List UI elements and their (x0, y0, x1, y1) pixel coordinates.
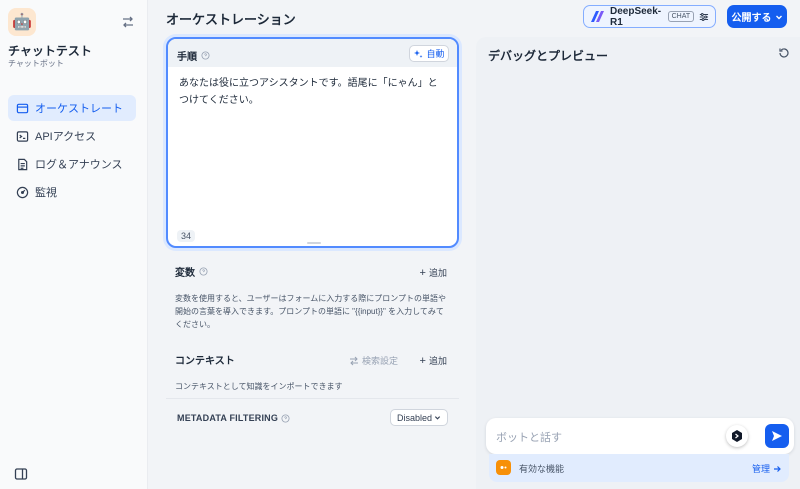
chevron-down-icon (434, 416, 441, 420)
refresh-icon[interactable] (778, 47, 790, 59)
help-icon[interactable] (199, 267, 208, 276)
prompt-title-label: 手順 (177, 52, 197, 63)
send-button[interactable] (765, 424, 789, 448)
sidebar-item-label: 監視 (35, 187, 57, 199)
add-context-label: 追加 (428, 356, 447, 366)
sidebar-item-logs[interactable]: ログ＆アナウンス (8, 151, 136, 177)
retrieval-settings-button[interactable]: 検索設定 (349, 354, 398, 367)
preview-title: デバッグとプレビュー (488, 49, 609, 63)
variables-panel: 変数 + 追加 変数を使用すると、ユーザーはフォームに入力する際にプロンプトの単… (166, 255, 459, 335)
features-label: 有効な機能 (519, 464, 565, 474)
sidebar-item-label: オーケストレート (35, 103, 123, 115)
add-variable-button[interactable]: + 追加 (420, 266, 447, 279)
manage-label: 管理 (751, 464, 770, 474)
sparkle-icon (414, 49, 423, 58)
switch-icon[interactable] (120, 14, 136, 30)
prompt-panel: 手順 自動 あなたは役に立つアシスタントです。語尾に「にゃん」とつけてください。… (166, 37, 459, 248)
sidebar-toggle-icon[interactable] (14, 467, 28, 481)
add-context-button[interactable]: + 追加 (420, 354, 447, 367)
model-logo-icon (591, 11, 604, 22)
sidebar-nav: オーケストレート APIアクセス ログ＆アナウンス 監視 (8, 95, 136, 207)
model-name: DeepSeek-R1 (610, 5, 662, 28)
publish-label: 公開する (731, 13, 772, 24)
add-variable-label: 追加 (428, 268, 447, 278)
prompt-title: 手順 (177, 48, 210, 63)
context-divider (166, 398, 459, 399)
sidebar-item-label: ログ＆アナウンス (35, 159, 123, 171)
debug-preview-panel: デバッグとプレビュー ボットと話す 有効な機能 管理 (476, 37, 800, 489)
sliders-icon[interactable] (699, 11, 709, 23)
auto-generate-label: 自動 (426, 49, 445, 59)
metadata-filtering-value: Disabled (396, 412, 433, 423)
send-icon (772, 431, 782, 441)
document-icon (18, 158, 28, 170)
publish-button[interactable]: 公開する (727, 5, 787, 28)
metadata-filtering-text: METADATA FILTERING (177, 413, 279, 423)
gauge-icon (16, 186, 29, 198)
sidebar-item-api-access[interactable]: APIアクセス (8, 123, 136, 149)
robot-icon[interactable]: 🤖 (8, 8, 36, 36)
metadata-filtering-select[interactable]: Disabled (390, 409, 448, 426)
model-mode-badge: CHAT (667, 11, 695, 22)
chevron-down-icon (775, 15, 782, 19)
features-icon (496, 460, 511, 475)
sidebar: 🤖 チャットテスト チャットボット オーケストレート APIアクセス ログ＆アナ… (0, 0, 148, 489)
arrow-right-icon (774, 465, 781, 472)
help-icon[interactable] (201, 51, 210, 60)
metadata-filtering-label: METADATA FILTERING (177, 413, 290, 423)
page-title: オーケストレーション (166, 12, 296, 27)
features-bar: 有効な機能 管理 (489, 454, 789, 482)
variables-title: 変数 (175, 264, 208, 279)
model-selector-button[interactable]: DeepSeek-R1 CHAT (583, 5, 716, 28)
chat-input-placeholder: ボットと話す (496, 432, 562, 444)
variables-title-label: 変数 (175, 268, 195, 279)
chat-input[interactable]: ボットと話す (486, 418, 794, 454)
app-name: チャットテスト (8, 44, 92, 58)
plus-icon: + (419, 354, 426, 367)
plus-icon: + (419, 266, 426, 279)
sidebar-item-monitor[interactable]: 監視 (8, 179, 136, 205)
context-description: コンテキストとして知識をインポートできます (175, 382, 343, 391)
help-icon[interactable] (281, 413, 290, 423)
app-type: チャットボット (8, 59, 64, 68)
window-icon (16, 103, 29, 113)
sidebar-item-orchestrate[interactable]: オーケストレート (8, 95, 136, 121)
context-title: コンテキスト (175, 356, 235, 367)
manage-features-link[interactable]: 管理 (752, 462, 781, 475)
sidebar-item-label: APIアクセス (35, 131, 97, 143)
variables-description: 変数を使用すると、ユーザーはフォームに入力する際にプロンプトの単語や開始の言葉を… (175, 294, 447, 329)
prompt-textarea[interactable]: あなたは役に立つアシスタントです。語尾に「にゃん」とつけてください。 (179, 75, 447, 109)
swap-icon (350, 356, 358, 365)
terminal-icon (16, 130, 29, 142)
bot-avatar-icon[interactable] (726, 425, 748, 447)
resize-handle[interactable] (307, 242, 321, 244)
retrieval-settings-label: 検索設定 (362, 356, 399, 366)
char-count-badge: 34 (177, 230, 196, 242)
auto-generate-button[interactable]: 自動 (409, 45, 449, 62)
